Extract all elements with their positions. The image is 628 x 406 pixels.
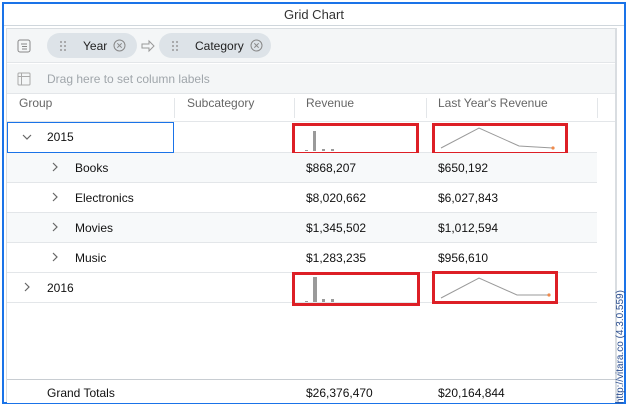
spark-line (440, 277, 549, 299)
chevron-right-icon[interactable] (49, 191, 61, 203)
spark-bar (331, 299, 334, 302)
last-year-sparkline-highlight (432, 123, 568, 155)
remove-icon[interactable] (250, 39, 263, 52)
group-label: 2016 (47, 281, 74, 295)
last-year-revenue-value: $650,192 (438, 161, 489, 175)
column-header-row: Group Subcategory Revenue Last Year's Re… (7, 94, 615, 122)
spark-bar (313, 131, 316, 151)
group-row-2016[interactable]: 2016 (7, 271, 597, 306)
revenue-bar-sparkline (305, 131, 334, 151)
drop-zone-hint: Drag here to set column labels (47, 72, 210, 86)
spark-bar (313, 277, 317, 302)
remove-icon[interactable] (113, 39, 126, 52)
grid-chart-window: Grid Chart Year Category Drag here to se… (2, 2, 626, 404)
column-divider[interactable] (426, 98, 427, 118)
grand-total-revenue: $26,376,470 (306, 386, 373, 400)
spark-line (440, 127, 554, 149)
drag-grip-icon[interactable] (59, 40, 69, 52)
table-row-electronics[interactable]: Electronics $8,020,662 $6,027,843 (7, 183, 597, 213)
grid-panel: Year Category Drag here to set column la… (6, 28, 616, 403)
row-grouping-panel[interactable]: Year Category (7, 29, 615, 63)
spark-bar (305, 150, 308, 151)
group-chip-year[interactable]: Year (47, 33, 137, 58)
group-panel-icon[interactable] (17, 39, 31, 53)
category-label: Electronics (75, 191, 134, 205)
revenue-value: $868,207 (306, 161, 357, 175)
column-header-subcategory[interactable]: Subcategory (187, 94, 254, 122)
spark-bar (305, 301, 308, 302)
spark-bar (322, 299, 325, 302)
last-year-revenue-value: $956,610 (438, 251, 489, 265)
spark-end-point (547, 293, 551, 297)
chevron-right-icon[interactable] (21, 281, 33, 293)
column-header-last-year-revenue[interactable]: Last Year's Revenue (438, 94, 548, 122)
revenue-value: $1,283,235 (306, 251, 367, 265)
column-divider[interactable] (597, 98, 598, 118)
grand-total-last-year-revenue: $20,164,844 (438, 386, 505, 400)
last-year-revenue-value: $1,012,594 (438, 221, 499, 235)
group-row-2015[interactable]: 2015 (7, 122, 597, 155)
revenue-sparkline-highlight (292, 123, 419, 155)
window-title: Grid Chart (4, 4, 624, 26)
table-row-books[interactable]: Books $868,207 $650,192 (7, 153, 597, 183)
category-label: Music (75, 251, 107, 265)
column-header-group[interactable]: Group (19, 94, 52, 122)
spark-bar (322, 149, 325, 151)
table-row-music[interactable]: Music $1,283,235 $956,610 (7, 243, 597, 273)
grand-totals-row: Grand Totals $26,376,470 $20,164,844 (7, 379, 615, 403)
revenue-value: $1,345,502 (306, 221, 367, 235)
last-year-sparkline-highlight (432, 271, 558, 304)
grand-totals-label: Grand Totals (47, 386, 115, 400)
drag-grip-icon[interactable] (171, 40, 181, 52)
last-year-line-sparkline (440, 277, 551, 299)
arrow-right-icon (141, 39, 155, 53)
last-year-line-sparkline (440, 127, 555, 150)
category-label: Books (75, 161, 109, 175)
chevron-down-icon[interactable] (21, 131, 33, 143)
column-divider[interactable] (174, 98, 175, 118)
chevron-right-icon[interactable] (49, 221, 61, 233)
group-chip-category[interactable]: Category (159, 33, 271, 58)
category-label: Movies (75, 221, 114, 235)
revenue-bar-sparkline (305, 277, 334, 302)
column-divider[interactable] (294, 98, 295, 118)
revenue-sparkline-highlight (292, 272, 420, 306)
column-labels-drop-zone[interactable]: Drag here to set column labels (7, 64, 615, 94)
last-year-revenue-value: $6,027,843 (438, 191, 499, 205)
revenue-value: $8,020,662 (306, 191, 367, 205)
group-label: 2015 (47, 130, 74, 144)
column-header-revenue[interactable]: Revenue (306, 94, 354, 122)
spark-end-point (551, 146, 555, 150)
table-row-movies[interactable]: Movies $1,345,502 $1,012,594 (7, 213, 597, 243)
chevron-right-icon[interactable] (49, 161, 61, 173)
group-chip-label: Year (83, 38, 108, 53)
spark-bar (331, 149, 334, 151)
column-labels-icon (17, 72, 31, 86)
vendor-credit[interactable]: http://vitara.co (4.3.0.559) (615, 290, 626, 404)
chevron-right-icon[interactable] (49, 251, 61, 263)
group-chip-label: Category (195, 38, 244, 53)
